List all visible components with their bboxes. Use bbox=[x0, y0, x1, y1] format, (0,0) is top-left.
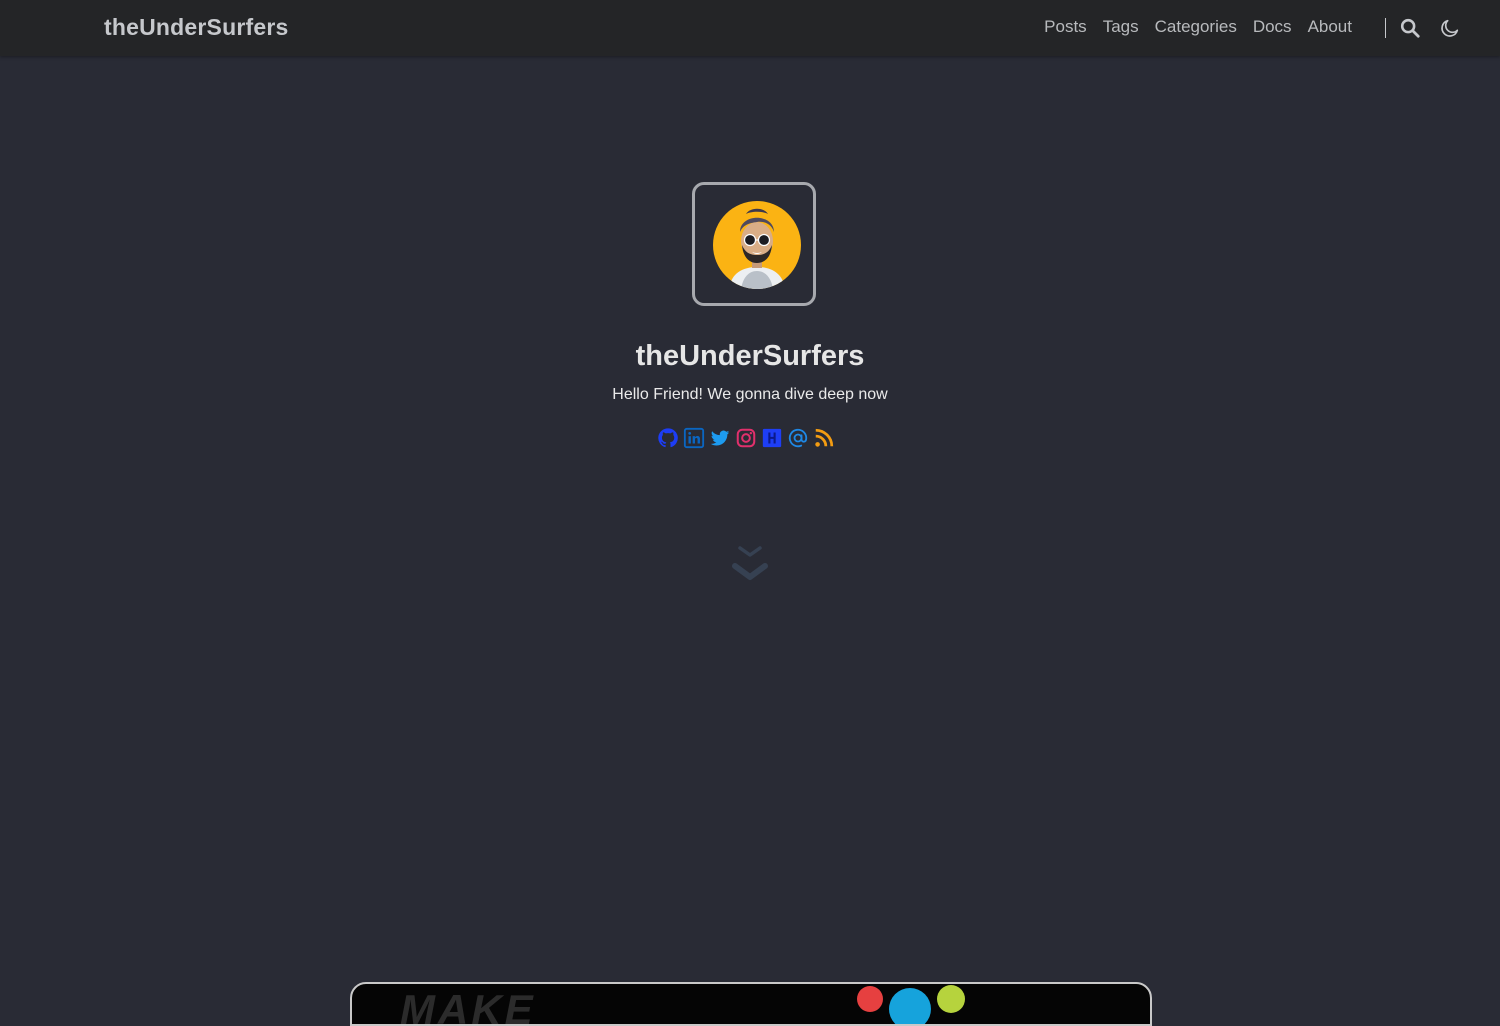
github-icon[interactable] bbox=[657, 427, 679, 449]
cover-dot-green bbox=[937, 985, 965, 1013]
moon-icon[interactable] bbox=[1439, 17, 1461, 39]
linkedin-icon[interactable] bbox=[683, 427, 705, 449]
avatar bbox=[713, 201, 801, 289]
cover-dot-red bbox=[857, 986, 883, 1012]
cover-dot-blue bbox=[889, 988, 931, 1024]
featured-post-card[interactable]: MAKE bbox=[350, 982, 1152, 1026]
search-icon[interactable] bbox=[1399, 17, 1421, 39]
social-links bbox=[657, 427, 835, 449]
scroll-down-chevron-icon[interactable] bbox=[731, 544, 769, 586]
top-navigation-bar: theUnderSurfers Posts Tags Categories Do… bbox=[0, 0, 1500, 56]
rss-icon[interactable] bbox=[813, 427, 835, 449]
nav-link-tags[interactable]: Tags bbox=[1103, 17, 1139, 37]
instagram-icon[interactable] bbox=[735, 427, 757, 449]
twitter-icon[interactable] bbox=[709, 427, 731, 449]
nav-divider bbox=[1385, 18, 1386, 38]
profile-subtitle: Hello Friend! We gonna dive deep now bbox=[612, 386, 888, 403]
nav-link-about[interactable]: About bbox=[1308, 17, 1352, 37]
site-brand-link[interactable]: theUnderSurfers bbox=[104, 14, 288, 41]
avatar-frame bbox=[692, 182, 816, 306]
nav-link-posts[interactable]: Posts bbox=[1044, 17, 1087, 37]
featured-post-cover-text: MAKE bbox=[400, 986, 536, 1026]
nav-link-categories[interactable]: Categories bbox=[1155, 17, 1237, 37]
email-icon[interactable] bbox=[787, 427, 809, 449]
profile-title: theUnderSurfers bbox=[635, 340, 865, 372]
nav-link-docs[interactable]: Docs bbox=[1253, 17, 1292, 37]
hashnode-icon[interactable] bbox=[761, 427, 783, 449]
main-nav: Posts Tags Categories Docs About bbox=[1044, 17, 1352, 37]
